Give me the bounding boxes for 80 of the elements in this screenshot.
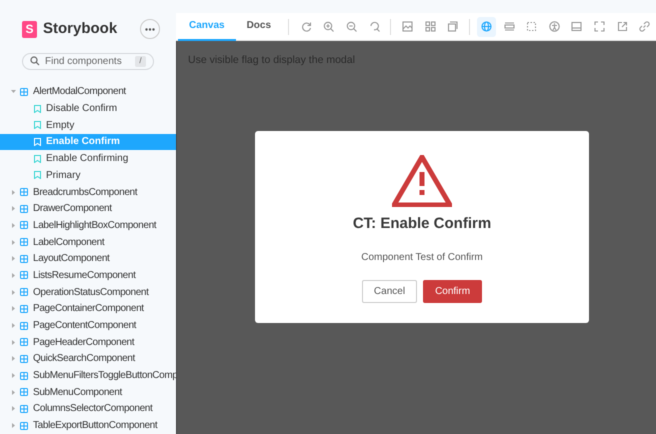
- tree-item[interactable]: OperationStatusComponent: [0, 284, 176, 300]
- component-icon: [20, 238, 28, 246]
- tree-item[interactable]: QuickSearchComponent: [0, 350, 176, 368]
- shortcut-key: /: [135, 56, 146, 67]
- tree-item[interactable]: PageContentComponent: [0, 317, 176, 334]
- story-item[interactable]: Enable Confirming: [0, 150, 176, 167]
- component-icon: [20, 354, 28, 363]
- component-icon: [20, 404, 28, 413]
- bottom-panel-icon: [571, 21, 582, 32]
- tree-item[interactable]: AlertModalComponent: [0, 84, 176, 100]
- tree-item[interactable]: LabelHighlightBoxComponent: [0, 217, 176, 234]
- story-item[interactable]: Empty: [0, 116, 176, 134]
- component-icon: [20, 188, 28, 196]
- caret-icon: [11, 89, 16, 94]
- tree-item[interactable]: BreadcrumbsComponent: [0, 184, 176, 200]
- ellipsis-icon: [145, 28, 155, 31]
- fullscreen-icon: [594, 21, 605, 32]
- more-button[interactable]: [140, 19, 160, 40]
- tree-item[interactable]: LayoutComponent: [0, 250, 176, 268]
- tree-item[interactable]: PageHeaderComponent: [0, 334, 176, 351]
- caret-icon: [11, 323, 16, 328]
- caret-icon: [11, 406, 16, 412]
- component-icon: [20, 88, 28, 96]
- image-icon: [402, 21, 414, 32]
- link-icon: [639, 21, 650, 32]
- tree-item[interactable]: ColumnsSelectorComponent: [0, 400, 176, 418]
- component-icon: [20, 288, 28, 296]
- component-icon: [20, 221, 28, 230]
- accessibility-icon: [548, 21, 560, 32]
- component-icon: [20, 254, 28, 263]
- component-icon: [20, 304, 28, 313]
- tree-item[interactable]: SubMenuComponent: [0, 384, 176, 401]
- reset-zoom-icon: [368, 21, 380, 32]
- outline-icon: [526, 21, 538, 32]
- caret-icon: [11, 190, 16, 195]
- tree-item[interactable]: DrawerComponent: [0, 200, 176, 218]
- caret-icon: [11, 272, 16, 278]
- component-icon: [20, 271, 28, 280]
- tree-item[interactable]: ListsResumeComponent: [0, 267, 176, 284]
- caret-icon: [11, 256, 16, 262]
- component-icon: [20, 372, 28, 380]
- warning-icon: [392, 155, 452, 207]
- brand-name: Storybook: [43, 19, 118, 39]
- caret-icon: [11, 222, 16, 228]
- toolbar-button[interactable]: [477, 16, 496, 36]
- component-icon: [20, 422, 28, 430]
- component-icon: [20, 388, 28, 396]
- toolbar-tab[interactable]: Docs: [236, 12, 282, 40]
- component-icon: [20, 204, 28, 213]
- storybook-logo-mark: S: [22, 20, 37, 38]
- search-field[interactable]: Find components /: [22, 52, 154, 70]
- tree-item[interactable]: TableExportButtonComponent: [0, 417, 176, 434]
- grid-icon: [424, 21, 436, 32]
- globe-icon: [480, 21, 492, 32]
- window-icon: [447, 21, 458, 32]
- zoom-in-icon: [323, 21, 334, 32]
- caret-icon: [11, 206, 16, 212]
- caret-icon: [11, 240, 16, 245]
- tree-item[interactable]: LabelComponent: [0, 234, 176, 250]
- modal-title: CT: Enable Confirm: [352, 214, 492, 234]
- external-link-icon: [616, 21, 628, 32]
- caret-icon: [11, 340, 16, 345]
- component-icon: [20, 338, 28, 346]
- caret-icon: [11, 423, 16, 428]
- ruler-icon: [504, 21, 515, 32]
- component-icon: [20, 322, 28, 330]
- story-item[interactable]: Primary: [0, 167, 176, 184]
- caret-icon: [11, 390, 16, 395]
- search-icon: [30, 56, 40, 66]
- zoom-out-icon: [346, 21, 357, 32]
- caret-icon: [11, 373, 16, 378]
- cancel-button[interactable]: Cancel: [362, 280, 418, 302]
- story-item[interactable]: Disable Confirm: [0, 100, 176, 117]
- caret-icon: [11, 356, 16, 362]
- tree-item[interactable]: PageContainerComponent: [0, 300, 176, 318]
- caret-icon: [11, 306, 16, 312]
- modal-message: Component Test of Confirm: [361, 250, 483, 264]
- refresh-icon: [300, 21, 312, 32]
- caret-icon: [11, 290, 16, 295]
- confirm-button[interactable]: Confirm: [423, 280, 482, 302]
